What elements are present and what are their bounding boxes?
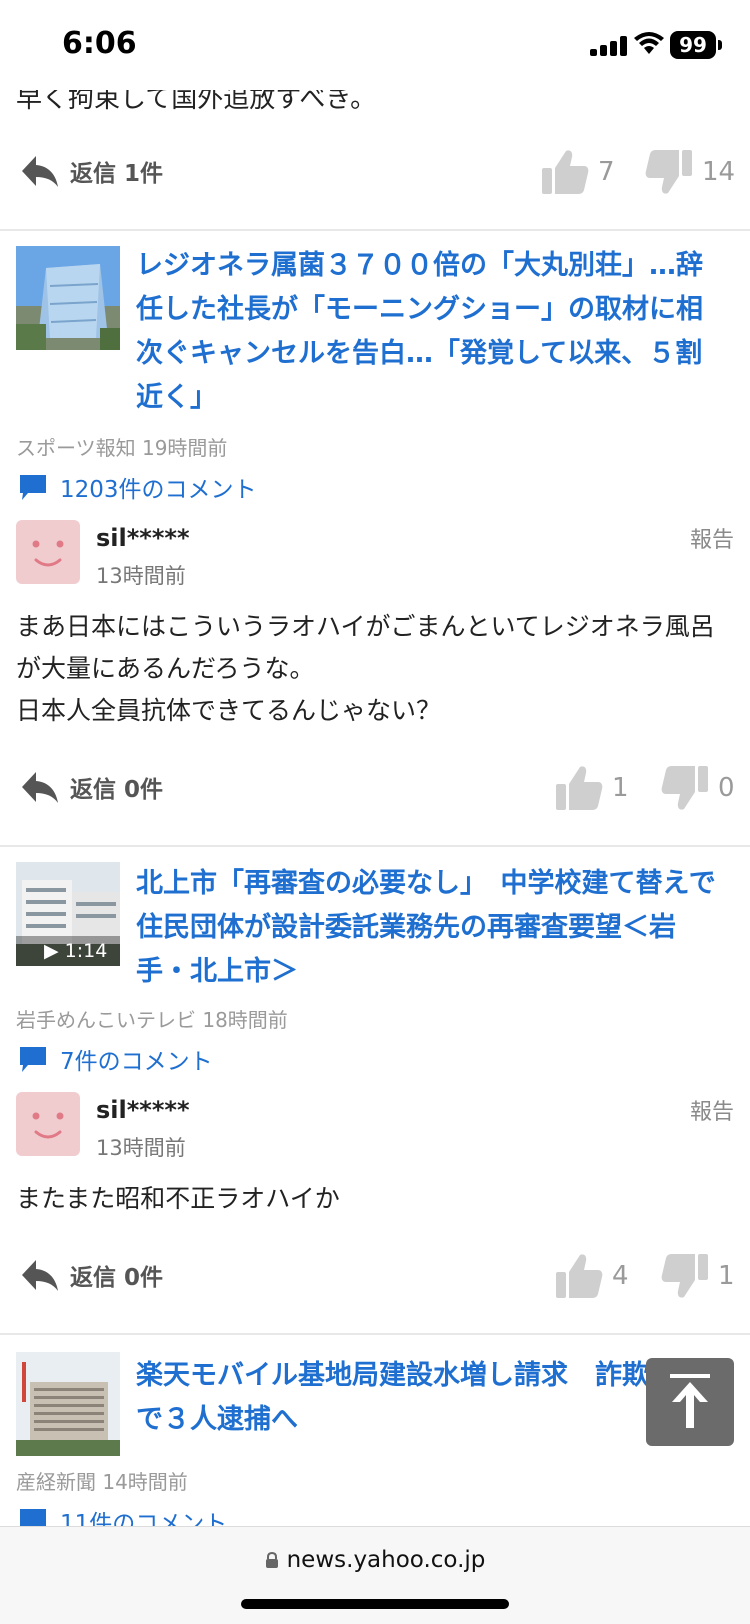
reply-label: 返信 0件 xyxy=(70,777,164,803)
avatar[interactable] xyxy=(16,1092,80,1156)
thumbs-up-icon xyxy=(556,1254,603,1298)
comment-count-link[interactable]: 1203件のコメント xyxy=(18,470,257,504)
thumbs-down-icon xyxy=(661,766,708,810)
like-button[interactable]: 7 xyxy=(540,148,615,196)
comment-bubble-icon xyxy=(20,1047,46,1072)
status-time: 6:06 xyxy=(62,26,137,61)
divider xyxy=(0,1333,750,1335)
comment-body: まあ日本にはこういうラオハイがごまんといてレジオネラ風呂が大量にあるんだろうな。… xyxy=(16,612,715,725)
dislike-button[interactable]: 0 xyxy=(660,764,735,812)
signal-icon xyxy=(590,36,628,56)
article-thumbnail[interactable] xyxy=(16,246,120,350)
dislike-count: 1 xyxy=(718,1261,735,1291)
comment-bubble-icon xyxy=(20,475,46,500)
article-thumbnail[interactable]: ▶ 1:14 xyxy=(16,862,120,966)
article-time: 19時間前 xyxy=(141,436,228,460)
thumbs-up-icon xyxy=(556,766,603,810)
article-title[interactable]: 楽天モバイル基地局建設水増し請求 詐欺容疑で３人逮捕へ xyxy=(136,1354,726,1442)
reply-button[interactable]: 返信 0件 xyxy=(20,770,163,804)
office-building-photo xyxy=(16,1352,120,1456)
article-meta: 産経新聞 14時間前 xyxy=(16,1466,188,1495)
reply-arrow-icon xyxy=(22,772,58,803)
reply-arrow-icon xyxy=(22,1260,58,1291)
avatar[interactable] xyxy=(16,520,80,584)
lock-icon xyxy=(265,1552,278,1568)
comment-count: 1203件のコメント xyxy=(60,477,257,503)
reply-arrow-icon xyxy=(22,156,58,187)
status-bar: 6:06 99 xyxy=(0,0,750,90)
reply-label: 返信 0件 xyxy=(70,1265,164,1291)
back-to-top-button[interactable] xyxy=(646,1358,734,1446)
like-count: 4 xyxy=(612,1261,629,1291)
article-meta: 岩手めんこいテレビ 18時間前 xyxy=(16,1004,288,1033)
dislike-count: 0 xyxy=(718,773,735,803)
url-text: news.yahoo.co.jp xyxy=(286,1547,486,1573)
arrow-up-icon xyxy=(670,1374,710,1428)
reply-button[interactable]: 返信 0件 xyxy=(20,1258,163,1292)
article-source: 岩手めんこいテレビ xyxy=(16,1008,196,1032)
article-thumbnail[interactable] xyxy=(16,1352,120,1456)
divider xyxy=(0,845,750,847)
wifi-icon xyxy=(634,32,664,54)
comment-actions: 返信 0件 1 0 xyxy=(0,764,750,814)
reply-label: 返信 1件 xyxy=(70,161,164,187)
like-count: 1 xyxy=(612,773,629,803)
thumbs-down-icon xyxy=(645,150,692,194)
comment-count-link[interactable]: 7件のコメント xyxy=(18,1042,213,1076)
thumbs-up-icon xyxy=(542,150,589,194)
reply-button[interactable]: 返信 1件 xyxy=(20,154,163,188)
battery-tip xyxy=(718,40,722,50)
article-title[interactable]: 北上市「再審査の必要なし」 中学校建て替えで住民団体が設計委託業務先の再審査要望… xyxy=(136,862,726,994)
browser-address-bar[interactable]: news.yahoo.co.jp xyxy=(0,1526,750,1624)
like-button[interactable]: 4 xyxy=(554,1252,629,1300)
post-time: 13時間前 xyxy=(96,564,186,588)
report-button[interactable]: 報告 xyxy=(690,522,734,554)
article-meta: スポーツ報知 19時間前 xyxy=(16,432,227,461)
comment-actions: 返信 0件 4 1 xyxy=(0,1252,750,1302)
building-photo xyxy=(16,246,120,350)
article-title[interactable]: レジオネラ属菌３７００倍の「大丸別荘」…辞任した社長が「モーニングショー」の取材… xyxy=(136,244,726,420)
video-duration: ▶ 1:14 xyxy=(16,936,120,966)
post-time: 13時間前 xyxy=(96,1136,186,1160)
smiley-face-icon xyxy=(32,540,64,567)
like-count: 7 xyxy=(598,157,615,187)
smiley-face-icon xyxy=(32,1112,64,1139)
article-source: スポーツ報知 xyxy=(16,436,136,460)
dislike-button[interactable]: 1 xyxy=(660,1252,735,1300)
user-name[interactable]: sil***** xyxy=(96,524,190,552)
url-display[interactable]: news.yahoo.co.jp xyxy=(0,1547,750,1573)
dislike-button[interactable]: 14 xyxy=(644,148,735,196)
like-button[interactable]: 1 xyxy=(554,764,629,812)
dislike-count: 14 xyxy=(702,157,736,187)
user-name[interactable]: sil***** xyxy=(96,1096,190,1124)
comment-actions: 返信 1件 7 14 xyxy=(0,148,750,198)
divider xyxy=(0,229,750,231)
article-time: 14時間前 xyxy=(102,1470,188,1494)
comment-body: またまた昭和不正ラオハイか xyxy=(16,1184,340,1213)
comment-count: 7件のコメント xyxy=(60,1049,213,1075)
article-time: 18時間前 xyxy=(202,1008,288,1032)
home-indicator[interactable] xyxy=(241,1599,509,1609)
battery-indicator: 99 xyxy=(670,31,716,59)
report-button[interactable]: 報告 xyxy=(690,1094,734,1126)
thumbs-down-icon xyxy=(661,1254,708,1298)
article-source: 産経新聞 xyxy=(16,1470,96,1494)
